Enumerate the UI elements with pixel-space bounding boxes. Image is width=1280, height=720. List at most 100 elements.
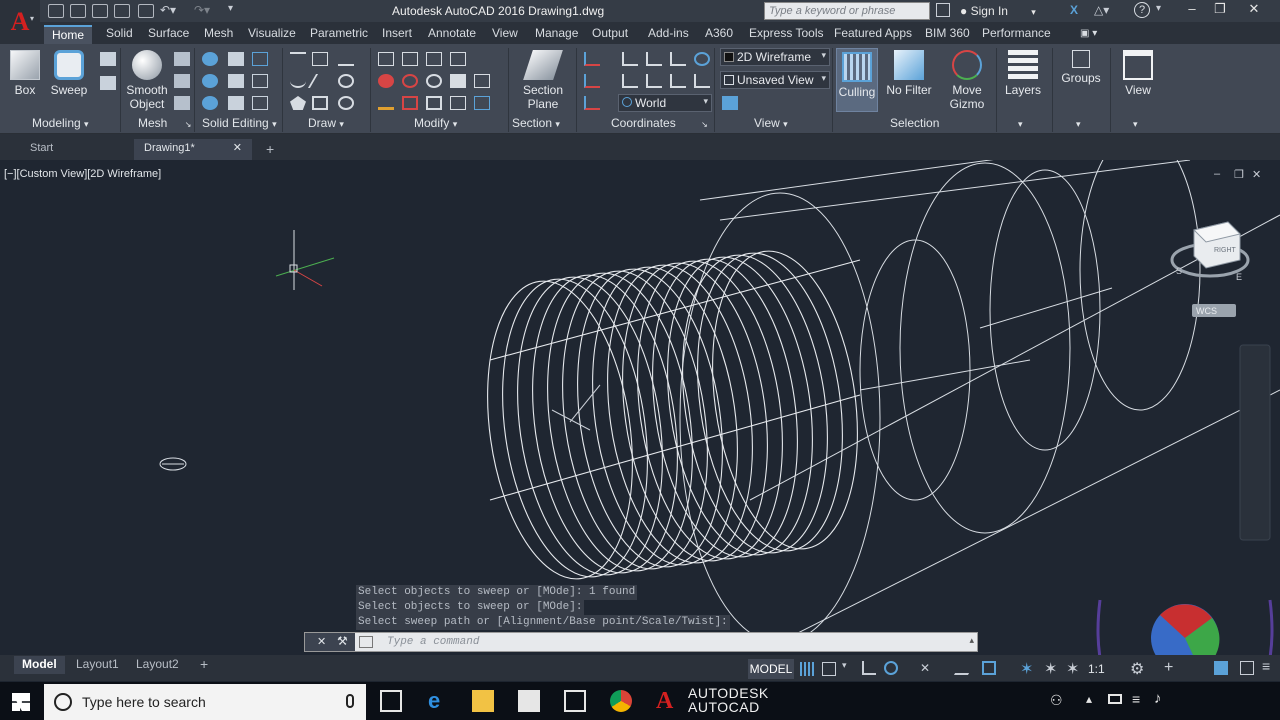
ucs-z-icon[interactable] <box>646 74 662 88</box>
ucs-zaxis-icon[interactable] <box>694 74 710 88</box>
stretch-icon[interactable] <box>450 96 466 110</box>
store-icon[interactable] <box>518 690 540 712</box>
imprint-icon[interactable] <box>228 96 244 110</box>
ribbon-tab-express-tools[interactable]: Express Tools <box>741 25 831 44</box>
rotate-3d-icon[interactable] <box>450 52 466 66</box>
isodraft-icon[interactable]: ✕ <box>920 661 934 675</box>
ucs-origin-icon[interactable] <box>584 74 600 88</box>
explode-icon[interactable] <box>402 96 418 110</box>
mesh-smooth-less-icon[interactable] <box>174 74 190 88</box>
modify-panel-title[interactable]: Modify ▾ <box>414 116 457 134</box>
edge-browser-icon[interactable]: e <box>428 690 450 712</box>
layers-button[interactable]: Layers <box>1000 50 1046 97</box>
saved-view-dropdown[interactable]: Unsaved View ▾ <box>720 71 830 89</box>
extract-edges-icon[interactable] <box>252 74 268 88</box>
ortho-icon[interactable] <box>862 661 876 675</box>
ucs-dropdown[interactable]: World ▾ <box>618 94 712 112</box>
add-icon[interactable]: + <box>1164 659 1173 677</box>
annotation-visibility-icon[interactable]: ✶ <box>1020 659 1033 679</box>
ucs-x-icon[interactable] <box>646 52 662 66</box>
union-icon[interactable] <box>202 52 218 66</box>
help-search-input[interactable]: Type a keyword or phrase <box>764 2 930 20</box>
selection-panel-title[interactable]: Selection <box>890 116 939 134</box>
extrude-icon[interactable] <box>100 52 116 66</box>
mesh-panel-title[interactable]: Mesh ↘ <box>138 116 191 134</box>
helix-icon[interactable] <box>312 52 328 66</box>
windows-start-icon[interactable] <box>12 693 30 711</box>
customization-menu-icon[interactable]: ≡ <box>1262 658 1270 674</box>
trim-icon[interactable] <box>378 96 394 110</box>
layout-tab-model[interactable]: Model <box>14 656 65 674</box>
battery-icon[interactable] <box>1108 694 1122 704</box>
clean-screen-icon[interactable] <box>1240 661 1254 675</box>
ribbon-tab-parametric[interactable]: Parametric <box>302 25 376 44</box>
coordinates-panel-title[interactable]: Coordinates ↘ <box>611 116 708 134</box>
smooth-object-button[interactable]: Smooth Object <box>124 50 170 111</box>
add-layout-button[interactable]: + <box>192 655 216 673</box>
circle-icon[interactable] <box>338 74 354 88</box>
ucs-world-icon[interactable] <box>622 52 638 66</box>
file-explorer-icon[interactable] <box>472 690 494 712</box>
new-tab-button[interactable]: + <box>258 139 282 160</box>
viewport-config-icon[interactable] <box>722 96 738 110</box>
close-tab-icon[interactable]: ✕ <box>233 141 242 154</box>
command-prompt-icon[interactable] <box>359 636 373 648</box>
customize-wrench-icon[interactable]: ⚒ <box>337 634 348 648</box>
groups-panel-expand[interactable]: ▾ <box>1076 116 1081 134</box>
copy-icon[interactable] <box>450 74 466 88</box>
layout-tab-layout2[interactable]: Layout2 <box>128 656 187 674</box>
array-icon[interactable] <box>402 52 418 66</box>
solid-editing-panel-title[interactable]: Solid Editing ▾ <box>202 116 277 134</box>
move-gizmo-button[interactable]: Move Gizmo <box>944 50 990 111</box>
autocad-taskbar-label[interactable]: AUTODESK AUTOCAD <box>688 686 769 714</box>
model-space-button[interactable]: MODEL <box>748 659 794 679</box>
people-icon[interactable]: ⚇ <box>1050 692 1063 709</box>
ribbon-tab-visualize[interactable]: Visualize <box>240 25 304 44</box>
annotation-scale-value[interactable]: 1:1 <box>1088 662 1105 676</box>
sign-in-button[interactable]: ● Sign In ▾ <box>960 4 1036 18</box>
task-view-icon[interactable] <box>380 690 402 712</box>
ribbon-tab-insert[interactable]: Insert <box>374 25 420 44</box>
layers-panel-expand[interactable]: ▾ <box>1018 116 1023 134</box>
fillet-edge-icon[interactable] <box>474 74 490 88</box>
file-tab-drawing1[interactable]: Drawing1* ✕ <box>134 139 252 160</box>
view-button[interactable]: View <box>1116 50 1160 97</box>
culling-button[interactable]: Culling <box>836 48 878 112</box>
microphone-icon[interactable] <box>346 694 354 708</box>
line-icon[interactable] <box>307 74 333 88</box>
visual-style-dropdown[interactable]: 2D Wireframe ▾ <box>720 48 830 66</box>
fillet-icon[interactable] <box>378 52 394 66</box>
arc-icon[interactable] <box>338 52 354 66</box>
ribbon-tab-manage[interactable]: Manage <box>527 25 586 44</box>
chrome-icon[interactable] <box>610 690 632 712</box>
ribbon-tab-featured-apps[interactable]: Featured Apps <box>826 25 920 44</box>
rectangle-icon[interactable] <box>312 96 328 110</box>
offset-icon[interactable] <box>402 74 418 88</box>
close-command-icon[interactable]: ✕ <box>317 635 326 648</box>
mesh-refine-icon[interactable] <box>174 96 190 110</box>
erase-icon[interactable] <box>378 74 394 88</box>
view-panel-title[interactable]: View ▾ <box>754 116 788 134</box>
rotate-icon[interactable] <box>426 74 442 88</box>
no-filter-button[interactable]: No Filter <box>884 50 934 97</box>
mail-icon[interactable] <box>564 690 586 712</box>
polygon-icon[interactable] <box>290 96 306 110</box>
hardware-acceleration-icon[interactable] <box>1214 661 1228 675</box>
view-panel-expand[interactable]: ▾ <box>1133 116 1138 134</box>
close-icon[interactable]: ✕ <box>1240 0 1268 20</box>
ribbon-tab-performance[interactable]: Performance <box>974 25 1059 44</box>
workspace-switching-icon[interactable]: ⚙ <box>1130 659 1144 679</box>
draw-panel-title[interactable]: Draw ▾ <box>308 116 344 134</box>
ucs-3point-icon[interactable] <box>670 74 686 88</box>
save-icon[interactable] <box>92 4 108 18</box>
presspull-icon[interactable] <box>100 76 116 90</box>
ribbon-tab-solid[interactable]: Solid <box>98 25 141 44</box>
undo-icon[interactable]: ↶▾ <box>160 3 176 17</box>
ucs-named-icon[interactable] <box>584 96 600 110</box>
layout-tab-layout1[interactable]: Layout1 <box>68 656 127 674</box>
interfere-icon[interactable] <box>228 74 244 88</box>
grid-icon[interactable] <box>800 662 814 676</box>
new-icon[interactable] <box>48 4 64 18</box>
command-input[interactable]: Type a command <box>387 636 479 648</box>
ribbon-tab-bim-360[interactable]: BIM 360 <box>917 25 978 44</box>
